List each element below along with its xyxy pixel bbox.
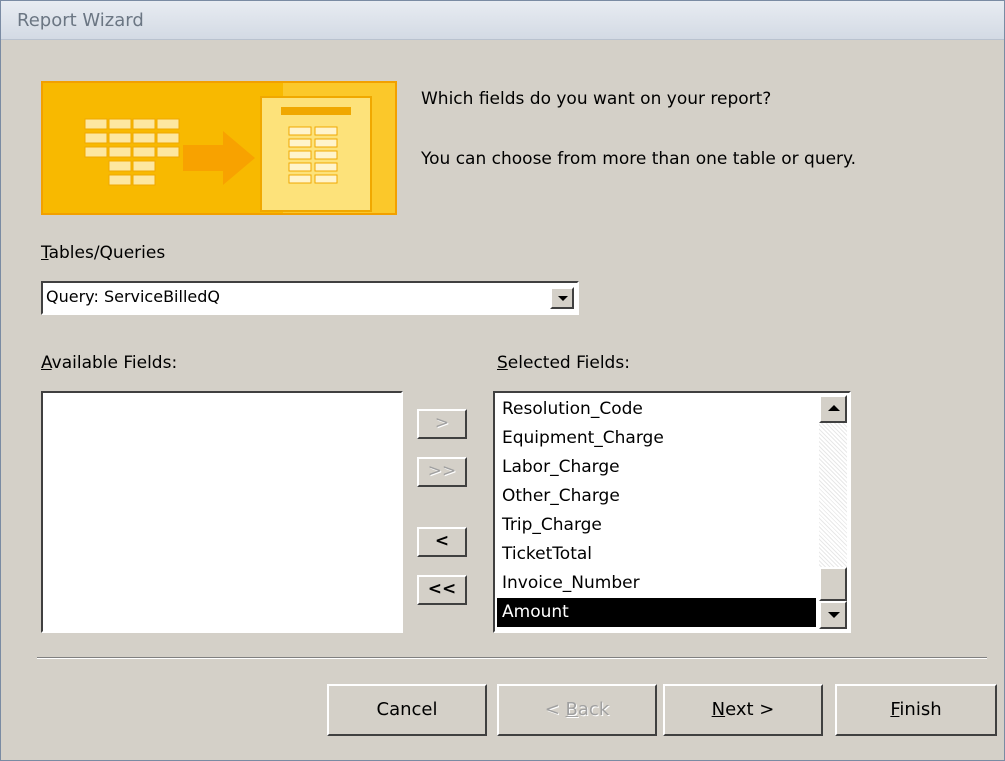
- separator: [37, 657, 987, 659]
- back-button[interactable]: < Back: [497, 684, 657, 736]
- scroll-up-arrow-icon[interactable]: [819, 395, 847, 423]
- window-title: Report Wizard: [17, 10, 144, 31]
- finish-button[interactable]: Finish: [835, 684, 997, 736]
- tables-queries-value: Query: ServiceBilledQ: [46, 287, 220, 306]
- tables-queries-label: Tables/Queries: [41, 243, 166, 263]
- remove-field-button[interactable]: <: [417, 527, 467, 557]
- available-fields-listbox[interactable]: [41, 391, 403, 633]
- add-field-button[interactable]: >: [417, 409, 467, 439]
- available-fields-label: Available Fields:: [41, 353, 178, 373]
- tables-queries-combobox[interactable]: Query: ServiceBilledQ: [41, 281, 579, 315]
- selected-fields-label: Selected Fields:: [497, 353, 630, 373]
- add-all-fields-button[interactable]: >>: [417, 457, 467, 487]
- vertical-scrollbar[interactable]: [819, 395, 847, 629]
- wizard-banner-image: [41, 81, 397, 215]
- dropdown-arrow-icon[interactable]: [550, 287, 574, 309]
- list-item[interactable]: TicketTotal: [497, 540, 816, 569]
- report-wizard-illustration-icon: [43, 83, 395, 213]
- list-item[interactable]: Resolution_Code: [497, 395, 816, 424]
- scroll-down-arrow-icon[interactable]: [819, 601, 847, 629]
- wizard-question: Which fields do you want on your report?: [421, 89, 772, 109]
- list-item-selected[interactable]: Amount: [497, 598, 816, 627]
- list-item[interactable]: Equipment_Charge: [497, 424, 816, 453]
- report-wizard-dialog: Report Wizard Which fields do you want o…: [0, 0, 1005, 761]
- cancel-button[interactable]: Cancel: [327, 684, 487, 736]
- next-button[interactable]: Next >: [663, 684, 823, 736]
- list-item[interactable]: Other_Charge: [497, 482, 816, 511]
- list-item[interactable]: Trip_Charge: [497, 511, 816, 540]
- title-bar[interactable]: Report Wizard: [1, 1, 1004, 40]
- scrollbar-thumb[interactable]: [819, 567, 847, 601]
- selected-fields-listbox[interactable]: Resolution_Code Equipment_Charge Labor_C…: [493, 391, 851, 633]
- wizard-hint: You can choose from more than one table …: [421, 149, 857, 169]
- list-item[interactable]: Invoice_Number: [497, 569, 816, 598]
- remove-all-fields-button[interactable]: <<: [417, 575, 467, 605]
- list-item[interactable]: Labor_Charge: [497, 453, 816, 482]
